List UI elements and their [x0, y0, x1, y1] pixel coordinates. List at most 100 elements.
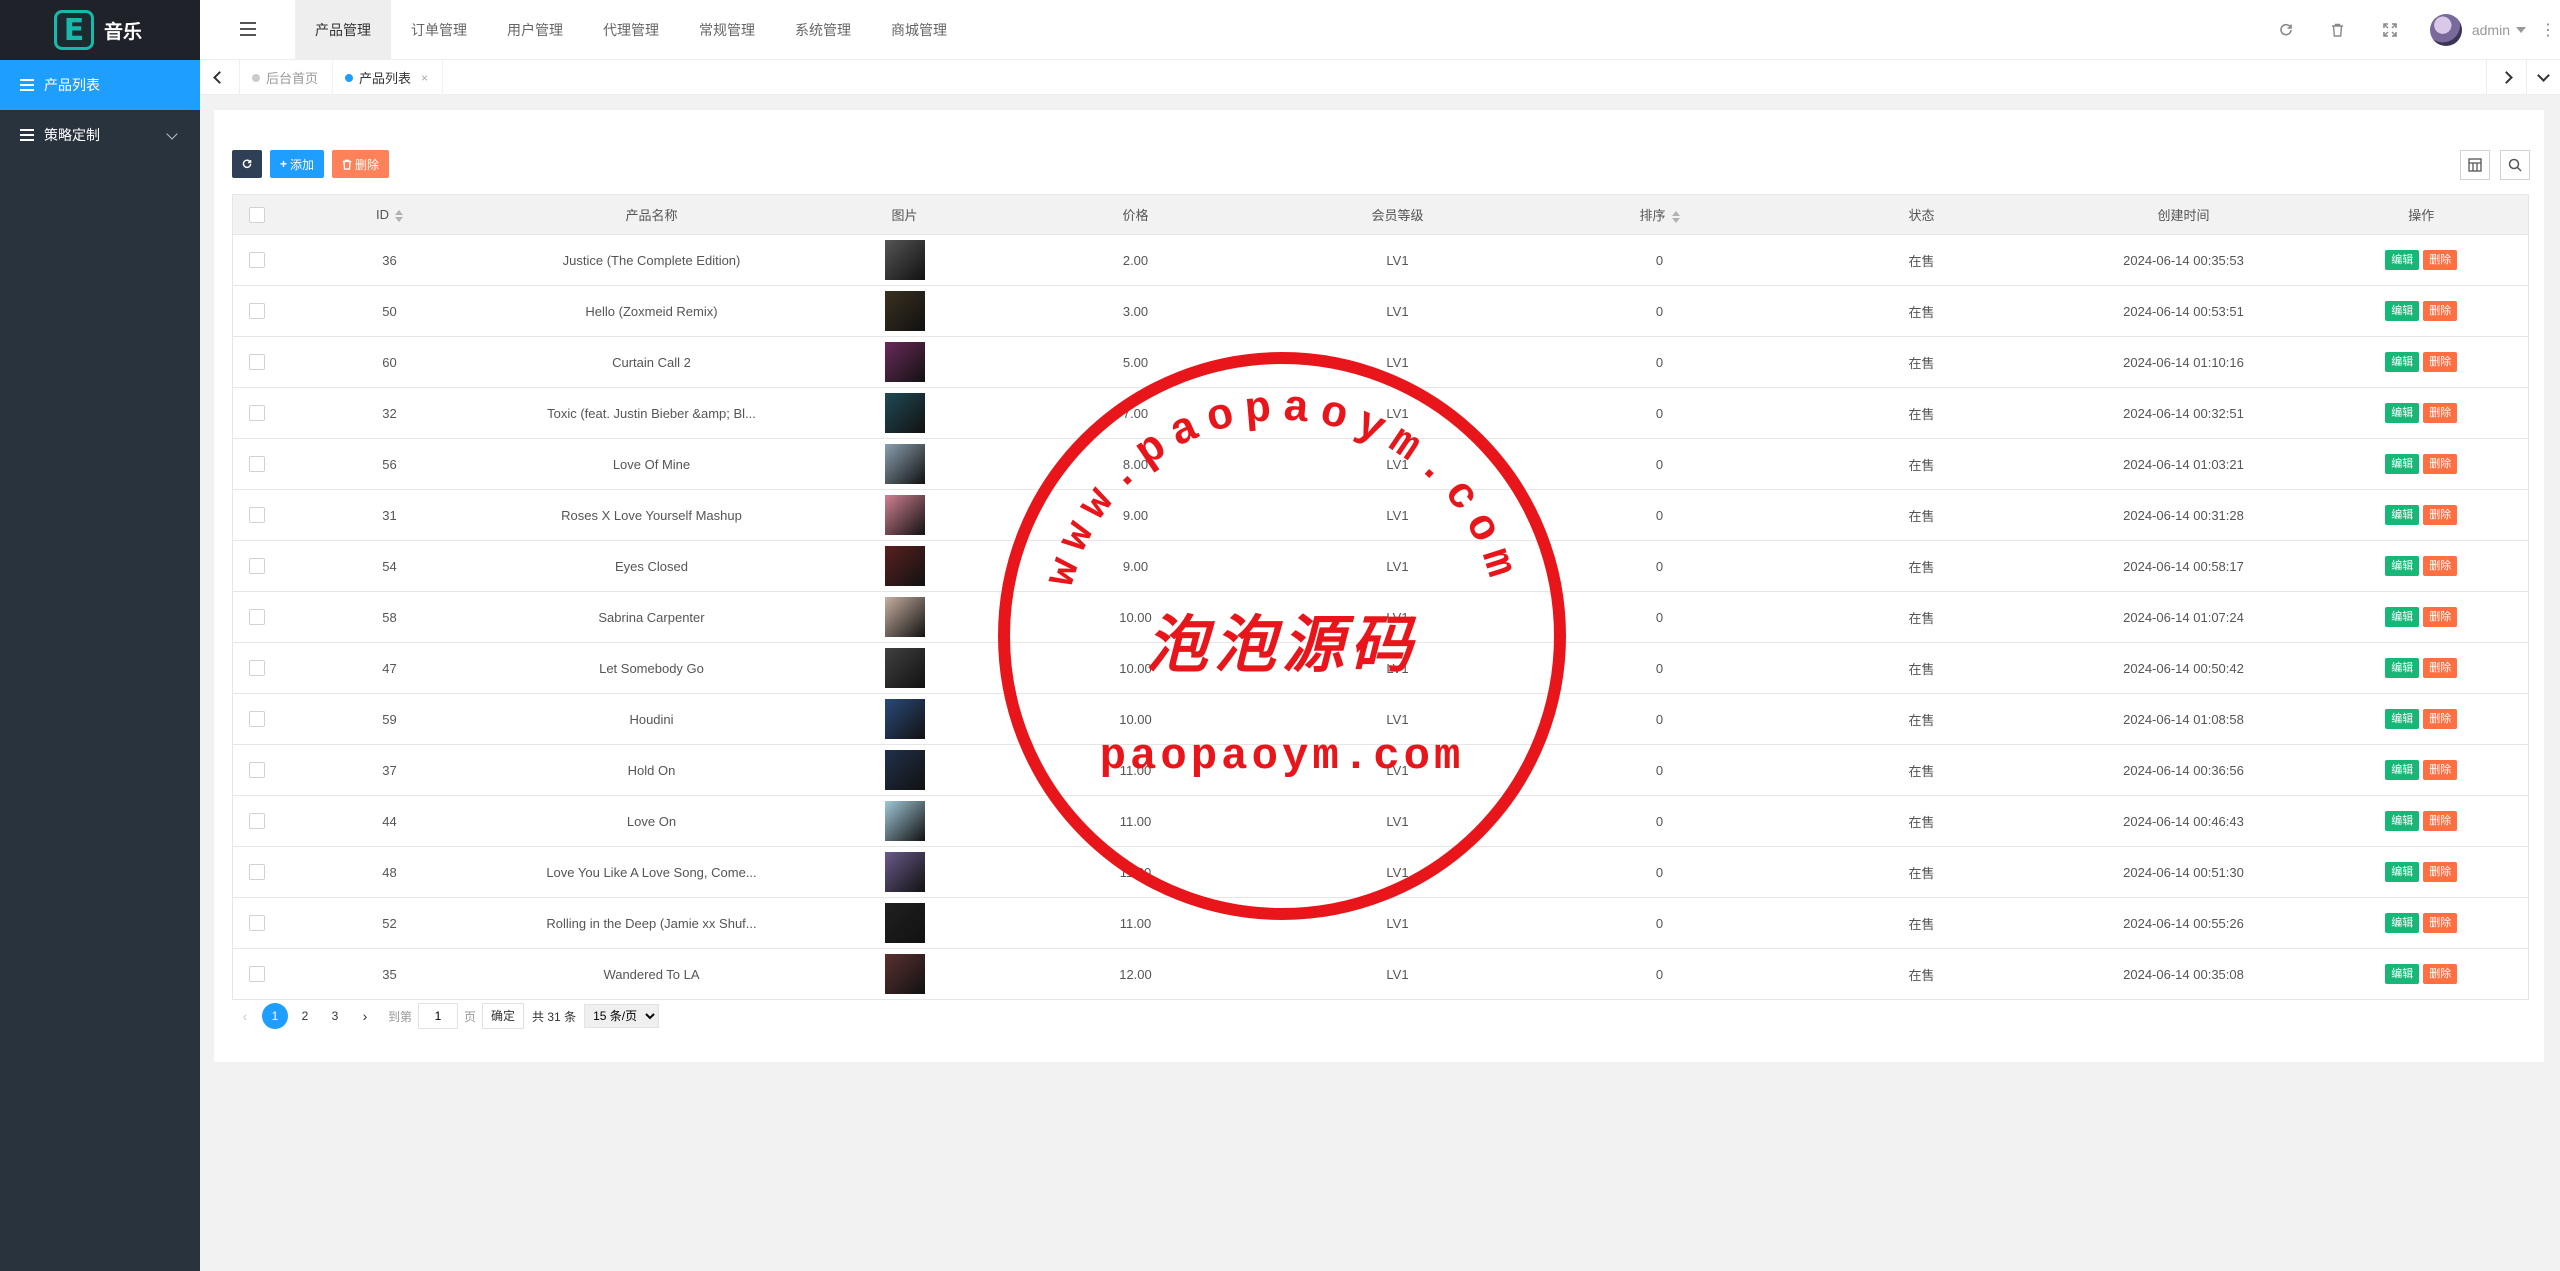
row-select-cell[interactable] [232, 795, 281, 847]
edit-button[interactable]: 编辑 [2385, 658, 2420, 678]
album-thumbnail[interactable] [884, 903, 925, 943]
album-thumbnail[interactable] [884, 852, 925, 892]
album-thumbnail[interactable] [884, 291, 925, 331]
trash-icon[interactable] [2312, 0, 2364, 60]
more-vertical-icon[interactable]: ⋮ [2536, 20, 2560, 40]
row-delete-button[interactable]: 删除 [2423, 811, 2458, 831]
album-thumbnail[interactable] [884, 699, 925, 739]
row-delete-button[interactable]: 删除 [2423, 913, 2458, 933]
tab-product-list[interactable]: 产品列表 × [333, 60, 444, 95]
nav-general[interactable]: 常规管理 [679, 0, 775, 60]
logo[interactable]: E 音乐 [0, 0, 200, 60]
fullscreen-icon[interactable] [2364, 0, 2416, 60]
menu-toggle-icon[interactable] [240, 22, 256, 36]
album-thumbnail[interactable] [884, 240, 925, 280]
pager-prev-icon[interactable]: ‹ [232, 1003, 258, 1029]
row-delete-button[interactable]: 删除 [2423, 454, 2458, 474]
nav-mall[interactable]: 商城管理 [871, 0, 967, 60]
row-checkbox[interactable] [248, 303, 265, 320]
user-menu[interactable]: admin [2416, 14, 2536, 46]
edit-button[interactable]: 编辑 [2385, 403, 2420, 423]
refresh-icon[interactable] [2260, 0, 2312, 60]
row-delete-button[interactable]: 删除 [2423, 658, 2458, 678]
row-select-cell[interactable] [232, 744, 281, 796]
add-button[interactable]: + 添加 [270, 150, 325, 178]
sidebar-item-product-list[interactable]: 产品列表 [0, 60, 200, 110]
row-select-cell[interactable] [232, 336, 281, 388]
pager-page-input[interactable] [418, 1003, 459, 1029]
album-thumbnail[interactable] [884, 750, 925, 790]
nav-agent[interactable]: 代理管理 [583, 0, 679, 60]
pager-page-1[interactable]: 1 [262, 1003, 288, 1029]
row-select-cell[interactable] [232, 642, 281, 694]
row-checkbox[interactable] [248, 405, 265, 422]
row-checkbox[interactable] [248, 456, 265, 473]
row-delete-button[interactable]: 删除 [2423, 301, 2458, 321]
row-checkbox[interactable] [248, 252, 265, 269]
select-all-cell[interactable] [232, 194, 281, 235]
row-checkbox[interactable] [248, 864, 265, 881]
row-select-cell[interactable] [232, 489, 281, 541]
tabs-prev-button[interactable] [200, 60, 240, 95]
row-checkbox[interactable] [248, 915, 265, 932]
album-thumbnail[interactable] [884, 801, 925, 841]
album-thumbnail[interactable] [884, 648, 925, 688]
edit-button[interactable]: 编辑 [2385, 607, 2420, 627]
row-select-cell[interactable] [232, 897, 281, 949]
row-delete-button[interactable]: 删除 [2423, 862, 2458, 882]
album-thumbnail[interactable] [884, 546, 925, 586]
delete-button[interactable]: 删除 [332, 150, 390, 178]
row-delete-button[interactable]: 删除 [2423, 250, 2458, 270]
tabs-next-button[interactable] [2486, 60, 2526, 95]
pager-page-2[interactable]: 2 [292, 1003, 318, 1029]
pager-size-select[interactable]: 15 条/页 [584, 1004, 660, 1028]
select-all-checkbox[interactable] [248, 206, 265, 223]
edit-button[interactable]: 编辑 [2385, 709, 2420, 729]
edit-button[interactable]: 编辑 [2385, 454, 2420, 474]
row-select-cell[interactable] [232, 234, 281, 286]
row-checkbox[interactable] [248, 609, 265, 626]
edit-button[interactable]: 编辑 [2385, 964, 2420, 984]
row-checkbox[interactable] [248, 354, 265, 371]
columns-icon[interactable] [2460, 150, 2490, 180]
row-select-cell[interactable] [232, 693, 281, 745]
row-checkbox[interactable] [248, 660, 265, 677]
refresh-button[interactable] [232, 150, 262, 178]
album-thumbnail[interactable] [884, 597, 925, 637]
row-delete-button[interactable]: 删除 [2423, 403, 2458, 423]
edit-button[interactable]: 编辑 [2385, 760, 2420, 780]
column-header-id[interactable]: ID [280, 194, 499, 235]
nav-system[interactable]: 系统管理 [775, 0, 871, 60]
row-delete-button[interactable]: 删除 [2423, 607, 2458, 627]
edit-button[interactable]: 编辑 [2385, 352, 2420, 372]
close-icon[interactable]: × [421, 71, 428, 85]
edit-button[interactable]: 编辑 [2385, 913, 2420, 933]
row-select-cell[interactable] [232, 540, 281, 592]
edit-button[interactable]: 编辑 [2385, 250, 2420, 270]
album-thumbnail[interactable] [884, 954, 925, 994]
edit-button[interactable]: 编辑 [2385, 556, 2420, 576]
column-header-sort[interactable]: 排序 [1528, 194, 1791, 235]
edit-button[interactable]: 编辑 [2385, 811, 2420, 831]
pager-next-icon[interactable]: › [352, 1003, 378, 1029]
album-thumbnail[interactable] [884, 342, 925, 382]
row-select-cell[interactable] [232, 285, 281, 337]
edit-button[interactable]: 编辑 [2385, 862, 2420, 882]
sidebar-item-strategy[interactable]: 策略定制 [0, 110, 200, 160]
album-thumbnail[interactable] [884, 393, 925, 433]
search-icon[interactable] [2500, 150, 2530, 180]
nav-product[interactable]: 产品管理 [295, 0, 391, 60]
row-select-cell[interactable] [232, 591, 281, 643]
row-delete-button[interactable]: 删除 [2423, 556, 2458, 576]
row-checkbox[interactable] [248, 966, 265, 983]
nav-user[interactable]: 用户管理 [487, 0, 583, 60]
row-delete-button[interactable]: 删除 [2423, 964, 2458, 984]
tabs-menu-button[interactable] [2526, 60, 2560, 95]
row-select-cell[interactable] [232, 438, 281, 490]
pager-page-3[interactable]: 3 [322, 1003, 348, 1029]
edit-button[interactable]: 编辑 [2385, 301, 2420, 321]
row-select-cell[interactable] [232, 387, 281, 439]
row-delete-button[interactable]: 删除 [2423, 760, 2458, 780]
album-thumbnail[interactable] [884, 495, 925, 535]
edit-button[interactable]: 编辑 [2385, 505, 2420, 525]
